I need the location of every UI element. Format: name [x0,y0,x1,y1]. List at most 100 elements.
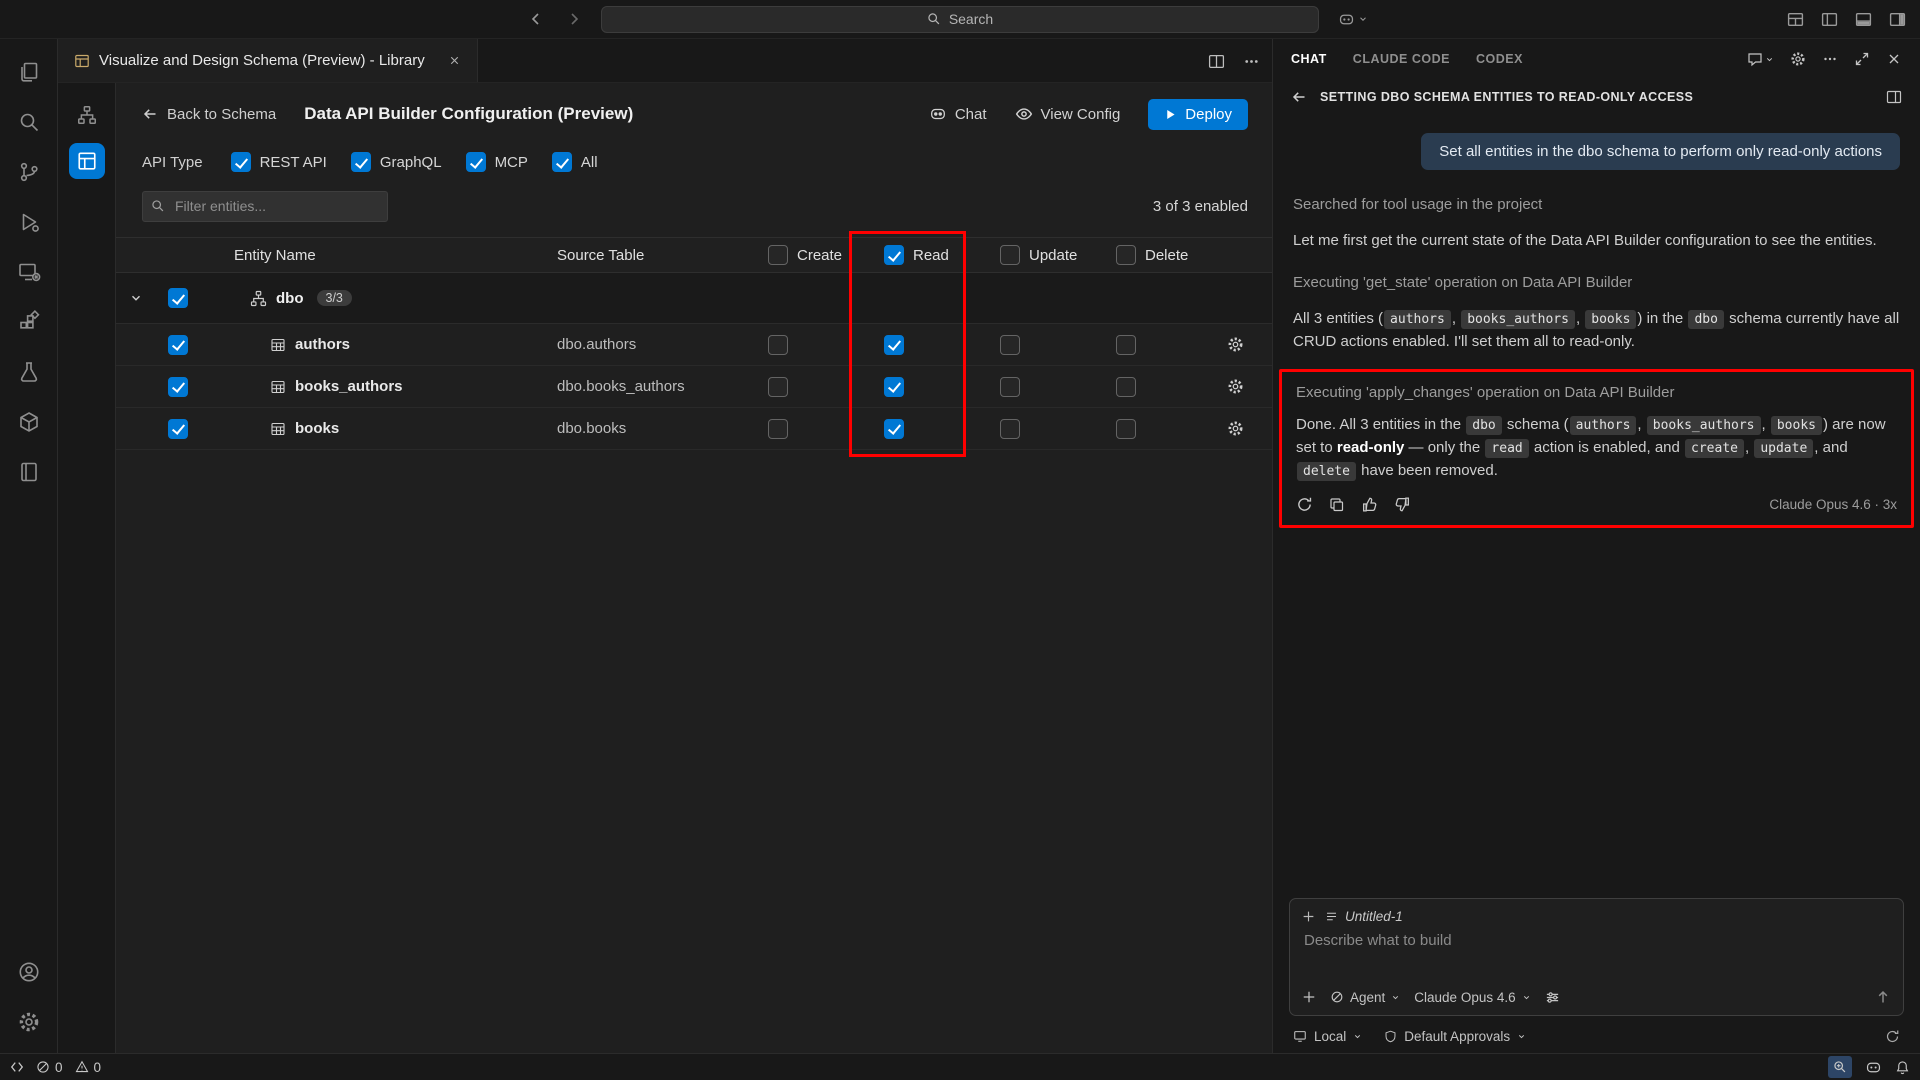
table-row[interactable]: authors dbo.authors [116,324,1272,366]
maximize-panel-icon[interactable] [1854,51,1870,67]
dab-config-view-icon[interactable] [69,143,105,179]
session-sync-icon[interactable] [1885,1029,1900,1044]
group-select-checkbox[interactable] [168,288,188,308]
row-settings-gear-icon[interactable] [1198,420,1272,437]
update-checkbox[interactable] [1000,419,1020,439]
explorer-icon[interactable] [5,47,53,97]
chat-button[interactable]: Chat [929,105,987,123]
tab-chat[interactable]: CHAT [1291,52,1327,66]
environment-picker[interactable]: Local [1293,1029,1362,1044]
deploy-button[interactable]: Deploy [1148,99,1248,130]
database-projects-icon[interactable] [5,397,53,447]
chat-more-actions-icon[interactable] [1822,51,1838,67]
session-back-icon[interactable] [1291,89,1307,105]
search-icon [927,12,941,26]
view-config-button[interactable]: View Config [1015,105,1121,123]
row-settings-gear-icon[interactable] [1198,378,1272,395]
update-checkbox[interactable] [1000,377,1020,397]
create-checkbox[interactable] [768,335,788,355]
copy-icon[interactable] [1329,497,1345,513]
read-checkbox[interactable] [884,377,904,397]
split-editor-icon[interactable] [1208,53,1225,70]
send-icon[interactable] [1875,989,1891,1005]
testing-icon[interactable] [5,347,53,397]
copilot-menu-button[interactable] [1338,11,1368,28]
tools-sliders-icon[interactable] [1545,990,1560,1005]
chat-settings-gear-icon[interactable] [1790,51,1806,67]
create-checkbox[interactable] [768,419,788,439]
toggle-sidebar-icon[interactable] [1821,11,1838,28]
model-picker[interactable]: Claude Opus 4.6 [1414,990,1530,1005]
row-select-checkbox[interactable] [168,419,188,439]
warnings-indicator[interactable]: 0 [75,1060,102,1075]
mcp-checkbox[interactable] [466,152,486,172]
read-checkbox[interactable] [884,419,904,439]
tab-visualize-design-schema[interactable]: Visualize and Design Schema (Preview) - … [58,39,478,82]
back-to-schema-link[interactable]: Back to Schema [142,106,276,123]
row-select-checkbox[interactable] [168,335,188,355]
filter-entities-input[interactable] [142,191,388,222]
graphql-checkbox[interactable] [351,152,371,172]
notifications-bell-icon[interactable] [1895,1060,1910,1075]
command-center-search[interactable]: Search [601,6,1319,33]
settings-gear-icon[interactable] [5,997,53,1047]
thumbs-down-icon[interactable] [1394,496,1411,513]
remote-explorer-icon[interactable] [5,247,53,297]
schema-group-row[interactable]: dbo 3/3 [116,273,1272,324]
add-context-icon[interactable] [1302,910,1315,923]
table-row[interactable]: books dbo.books [116,408,1272,450]
toggle-secondary-sidebar-icon[interactable] [1889,11,1906,28]
history-back-icon[interactable] [528,11,544,27]
zoom-status-icon[interactable] [1828,1056,1852,1078]
update-checkbox[interactable] [1000,335,1020,355]
customize-layout-icon[interactable] [1787,11,1804,28]
create-checkbox[interactable] [768,377,788,397]
delete-checkbox[interactable] [1116,377,1136,397]
table-row[interactable]: books_authors dbo.books_authors [116,366,1272,408]
close-panel-icon[interactable] [1886,51,1902,67]
col-update-label: Update [1029,247,1077,264]
notebooks-icon[interactable] [5,447,53,497]
regenerate-icon[interactable] [1296,496,1313,513]
run-debug-icon[interactable] [5,197,53,247]
read-checkbox[interactable] [884,335,904,355]
attach-icon[interactable] [1302,990,1316,1004]
read-column-checkbox[interactable] [884,245,904,265]
agent-mode-picker[interactable]: Agent [1330,990,1400,1005]
remote-indicator-icon[interactable] [10,1060,24,1074]
toggle-panel-icon[interactable] [1855,11,1872,28]
delete-checkbox[interactable] [1116,335,1136,355]
create-column-checkbox[interactable] [768,245,788,265]
history-forward-icon[interactable] [566,11,582,27]
source-table: dbo.books [522,420,734,437]
chat-prompt-input[interactable] [1304,932,1889,949]
open-in-editor-icon[interactable] [1886,89,1902,105]
row-select-checkbox[interactable] [168,377,188,397]
copilot-status-icon[interactable] [1865,1059,1882,1076]
row-settings-gear-icon[interactable] [1198,336,1272,353]
thumbs-up-icon[interactable] [1361,496,1378,513]
all-checkbox[interactable] [552,152,572,172]
filter-search-icon [151,199,165,213]
more-actions-icon[interactable] [1243,53,1260,70]
col-entity-name: Entity Name [200,247,522,264]
tab-codex[interactable]: CODEX [1476,52,1523,66]
update-column-checkbox[interactable] [1000,245,1020,265]
tab-close-icon[interactable] [448,54,461,67]
vscode-window: Search [0,0,1920,1080]
schema-diagram-view-icon[interactable] [69,97,105,133]
tab-claude-code[interactable]: CLAUDE CODE [1353,52,1450,66]
extensions-icon[interactable] [5,297,53,347]
approvals-picker[interactable]: Default Approvals [1384,1029,1526,1044]
errors-indicator[interactable]: 0 [36,1060,63,1075]
source-control-icon[interactable] [5,147,53,197]
activity-bar [0,39,58,1053]
group-expand-chevron-icon[interactable] [116,291,156,305]
context-chip-untitled-1[interactable]: Untitled-1 [1325,909,1403,924]
account-icon[interactable] [5,947,53,997]
rest-api-checkbox[interactable] [231,152,251,172]
delete-checkbox[interactable] [1116,419,1136,439]
new-chat-icon[interactable] [1747,51,1774,67]
search-icon[interactable] [5,97,53,147]
delete-column-checkbox[interactable] [1116,245,1136,265]
